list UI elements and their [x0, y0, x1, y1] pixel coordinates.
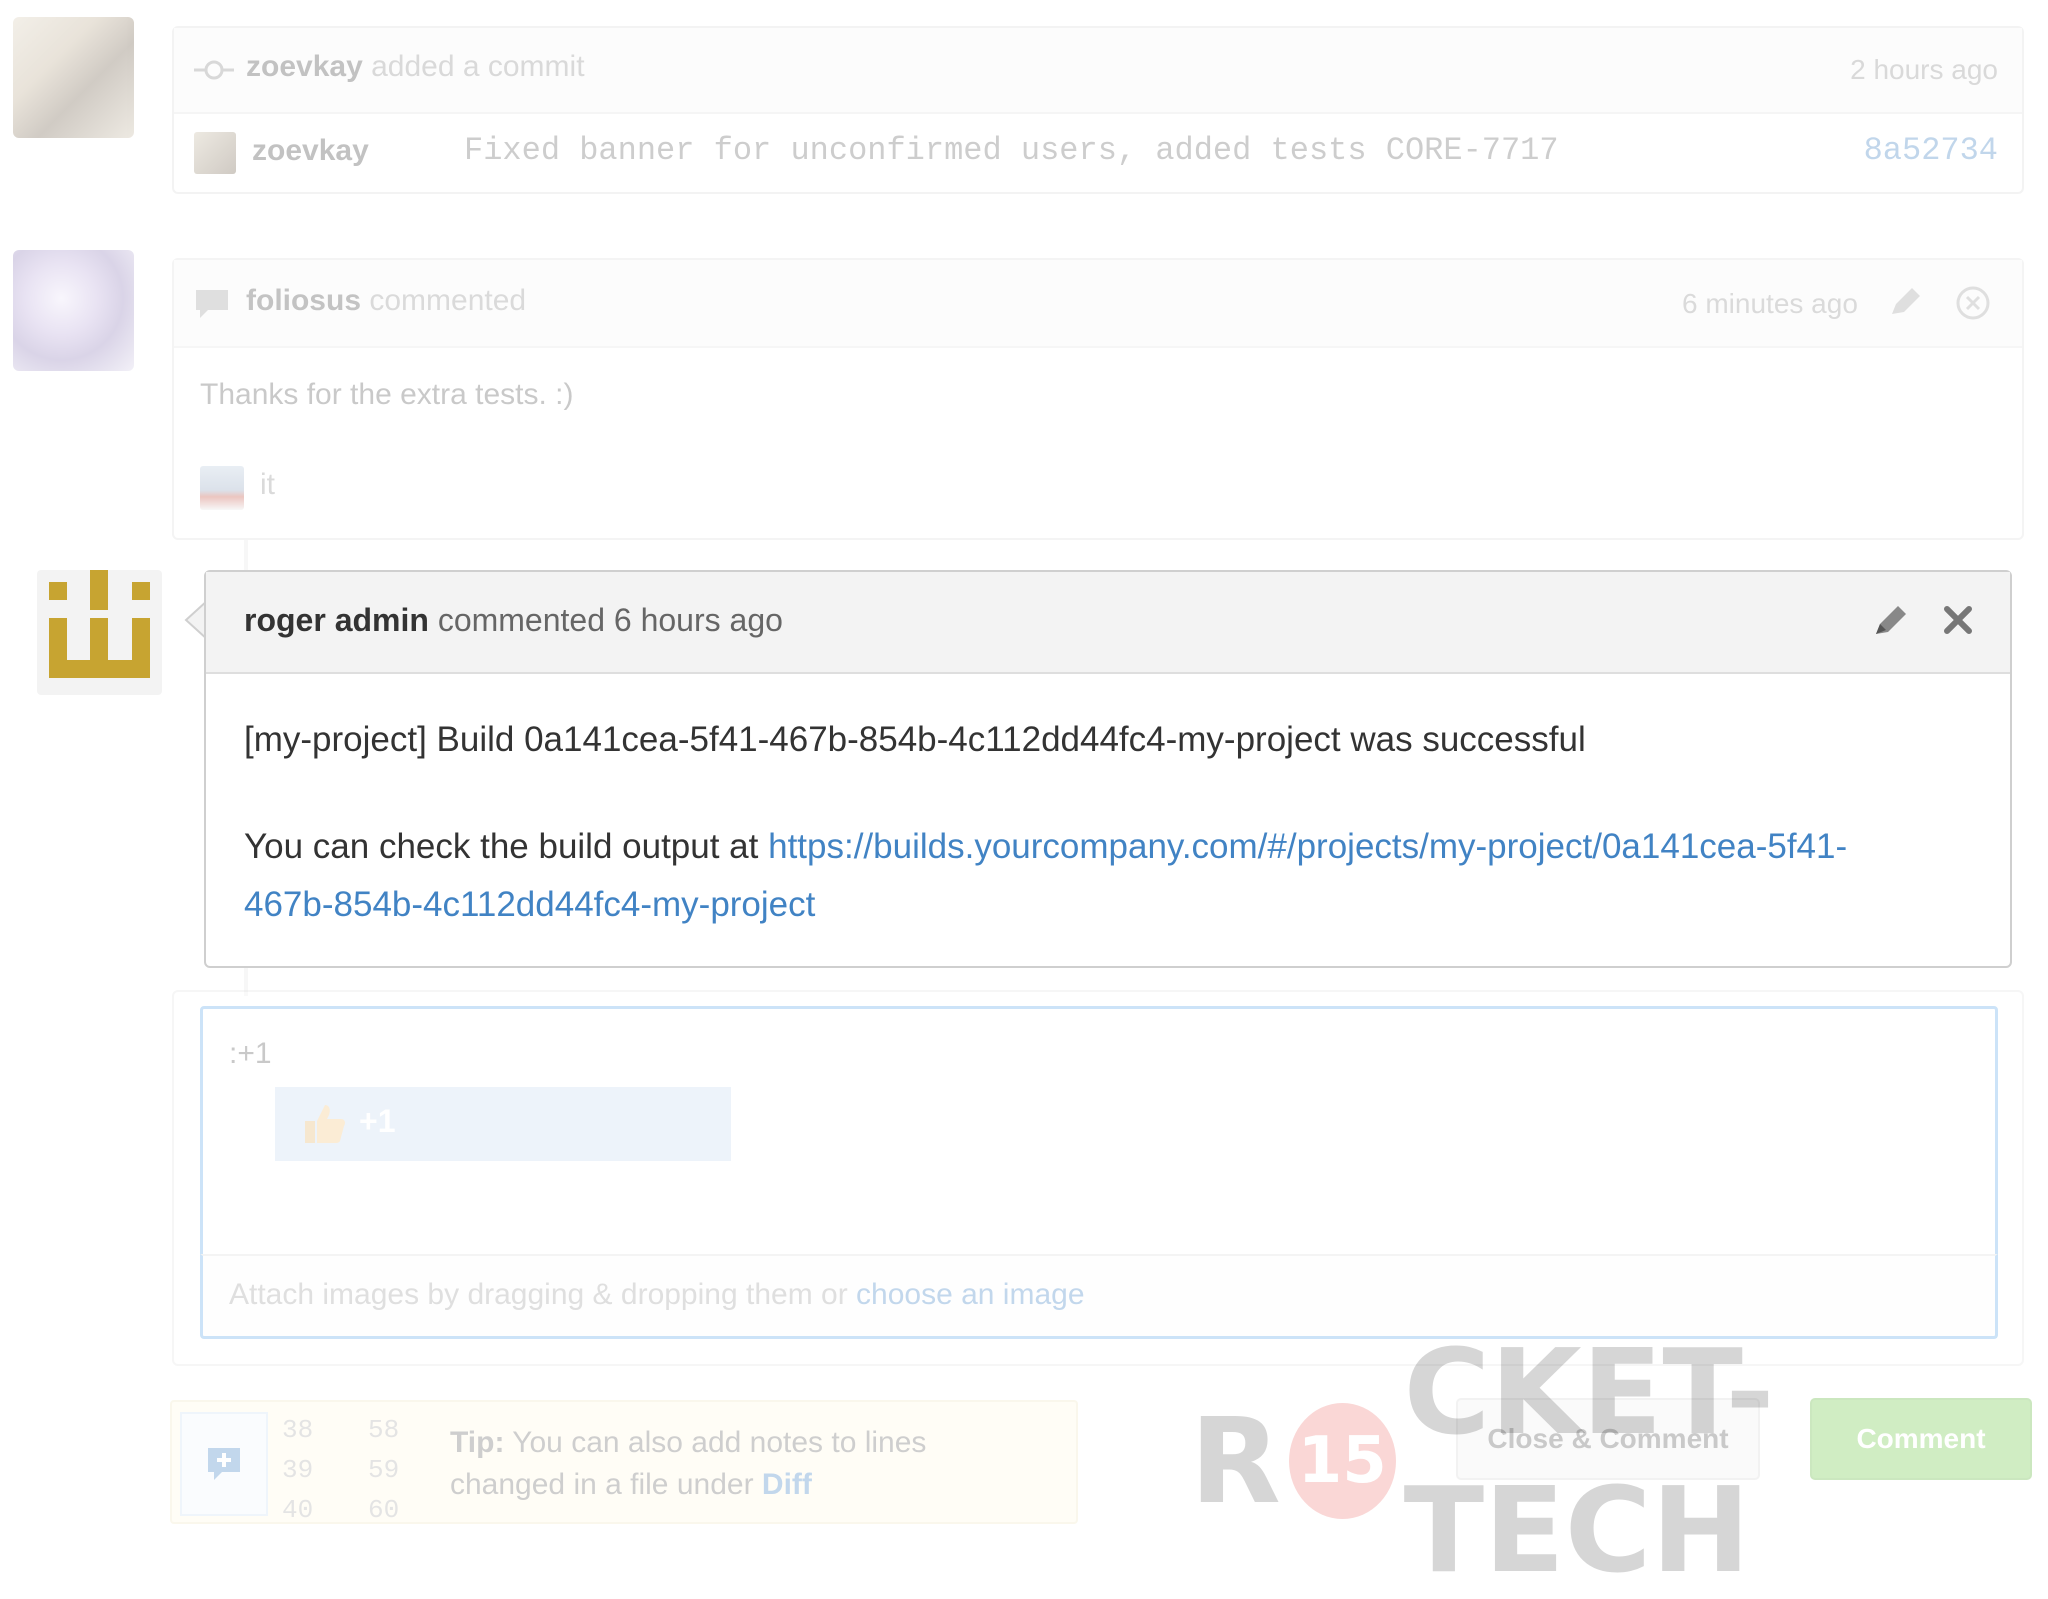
watermark-text-right: CKET-TECH: [1403, 1323, 1775, 1599]
build-output-link-continued[interactable]: 467b-854b-4c112dd44fc4-my-project: [244, 885, 815, 924]
diff-link[interactable]: Diff: [762, 1468, 812, 1501]
git-commit-icon: [194, 60, 234, 80]
roger-action-text: commented 6 hours ago: [437, 602, 783, 638]
tip-label: Tip:: [450, 1426, 505, 1459]
watermark-badge: 15: [1288, 1403, 1396, 1519]
attach-images-prefix: Attach images by dragging & dropping the…: [229, 1278, 857, 1311]
comment-textarea-text: :+1: [229, 1037, 272, 1070]
add-line-note-button[interactable]: [180, 1412, 268, 1516]
build-output-link[interactable]: https://builds.yourcompany.com/#/project…: [768, 827, 1847, 866]
timeline-rail: [244, 540, 248, 570]
commit-event-box: zoevkay added a commit 2 hours ago zoevk…: [172, 26, 2024, 194]
choose-image-link[interactable]: choose an image: [856, 1278, 1085, 1311]
tip-text: Tip: You can also add notes to lines cha…: [450, 1422, 1050, 1506]
tip-box: 38 39 40 58 59 60 Tip: You can also add …: [170, 1400, 1078, 1525]
attach-images-text: Attach images by dragging & dropping the…: [229, 1278, 1085, 1312]
roger-author-link[interactable]: roger admin: [244, 602, 429, 638]
foliosus-avatar[interactable]: [13, 250, 134, 371]
line-number: 58: [368, 1415, 400, 1445]
attachment-thumbnail-image[interactable]: [200, 466, 244, 510]
foliosus-comment-title: foliosus commented: [246, 284, 526, 318]
roger-comment-line1: [my-project] Build 0a141cea-5f41-467b-85…: [244, 720, 1586, 759]
delete-circle-icon[interactable]: [1954, 284, 1992, 322]
edit-pencil-icon[interactable]: [1870, 600, 1910, 640]
watermark-logo: R 15 CKET-TECH: [1190, 1323, 2048, 1599]
zoevkay-avatar[interactable]: [13, 17, 134, 138]
tip-text-line1: You can also add notes to lines: [504, 1426, 927, 1459]
emoji-suggestion-item[interactable]: +1: [275, 1087, 731, 1161]
roger-comment-box: roger admin commented 6 hours ago [my-pr…: [204, 570, 2012, 968]
tip-text-line2: changed in a file under: [450, 1468, 762, 1501]
watermark-text-left: R: [1190, 1392, 1281, 1530]
commit-event-header: zoevkay added a commit 2 hours ago: [174, 28, 2022, 114]
emoji-suggestion-label: +1: [359, 1103, 396, 1139]
foliosus-comment-header: foliosus commented 6 minutes ago: [174, 260, 2022, 348]
edit-pencil-icon[interactable]: [1886, 284, 1924, 322]
foliosus-comment-time[interactable]: 6 minutes ago: [1682, 288, 1858, 320]
speech-bubble-icon: [196, 290, 228, 318]
roger-comment-line2: You can check the build output at https:…: [244, 818, 1984, 934]
roger-admin-identicon-avatar[interactable]: [37, 570, 162, 695]
line-number: 60: [368, 1495, 400, 1525]
tip-line-numbers-right: 58 59 60: [368, 1410, 399, 1530]
tip-line-numbers-left: 38 39 40: [282, 1410, 313, 1530]
commit-author-avatar[interactable]: [194, 132, 236, 174]
commit-sha-link[interactable]: 8a52734: [1864, 132, 1998, 169]
line-number: 38: [282, 1415, 314, 1445]
close-x-icon[interactable]: [1942, 604, 1974, 636]
commit-author-link[interactable]: zoevkay: [252, 134, 369, 168]
foliosus-author-link[interactable]: foliosus: [246, 284, 361, 317]
attachment-text: it: [260, 468, 275, 501]
line-number: 59: [368, 1455, 400, 1485]
roger-comment-line2-prefix: You can check the build output at: [244, 827, 769, 866]
thumbs-up-icon: [305, 1105, 345, 1143]
foliosus-comment-body: Thanks for the extra tests. :): [200, 378, 574, 411]
roger-comment-title: roger admin commented 6 hours ago: [244, 602, 783, 639]
foliosus-action-text: commented: [369, 284, 527, 317]
commit-action-text: added a commit: [371, 50, 585, 83]
line-number: 40: [282, 1495, 314, 1525]
commit-event-title: zoevkay added a commit: [246, 50, 585, 84]
add-comment-icon: [208, 1448, 240, 1480]
roger-comment-header: roger admin commented 6 hours ago: [206, 572, 2010, 674]
commit-message-link[interactable]: Fixed banner for unconfirmed users, adde…: [464, 132, 1559, 169]
line-number: 39: [282, 1455, 314, 1485]
commit-event-time[interactable]: 2 hours ago: [1850, 54, 1998, 86]
foliosus-comment-box: foliosus commented 6 minutes ago Thanks …: [172, 258, 2024, 540]
commit-actor-link[interactable]: zoevkay: [246, 50, 363, 83]
